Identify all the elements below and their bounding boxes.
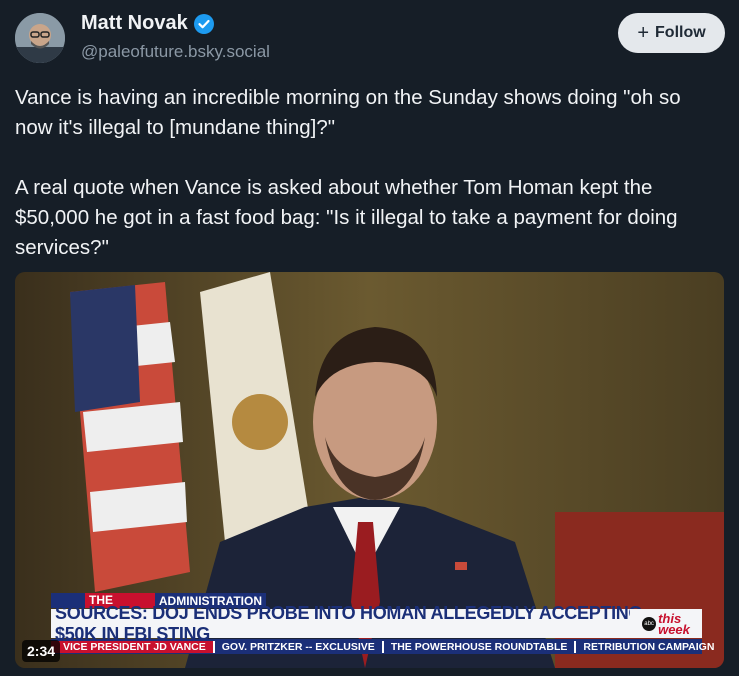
author-name-row[interactable]: Matt Novak — [81, 12, 214, 35]
avatar-image — [15, 13, 65, 63]
abc-logo: abc — [642, 616, 657, 631]
video-player[interactable]: THE TRUMP ADMINISTRATION SOURCES: DOJ EN… — [15, 272, 724, 668]
logo-week: week — [658, 621, 690, 637]
ticker-item: GOV. PRITZKER -- EXCLUSIVE — [215, 640, 384, 653]
follow-button[interactable]: + Follow — [618, 13, 725, 53]
verified-badge-icon — [193, 13, 214, 34]
author-name[interactable]: Matt Novak — [81, 12, 188, 35]
plus-icon: + — [637, 22, 650, 44]
author-handle[interactable]: @paleofuture.bsky.social — [81, 42, 270, 62]
avatar[interactable] — [15, 13, 65, 63]
video-duration: 2:34 — [22, 640, 61, 662]
chyron-ticker: VICE PRESIDENT JD VANCE GOV. PRITZKER --… — [51, 639, 714, 654]
post-text: Vance is having an incredible morning on… — [15, 86, 681, 259]
ticker-item: VICE PRESIDENT JD VANCE — [51, 640, 215, 653]
chyron-headline: SOURCES: DOJ ENDS PROBE INTO HOMAN ALLEG… — [51, 603, 672, 644]
follow-label: Follow — [655, 24, 706, 41]
ticker-item: RETRIBUTION CAMPAIGN — [583, 640, 715, 653]
this-week-logo: abc this week — [630, 609, 702, 638]
ticker-item: THE POWERHOUSE ROUNDTABLE — [384, 640, 577, 653]
